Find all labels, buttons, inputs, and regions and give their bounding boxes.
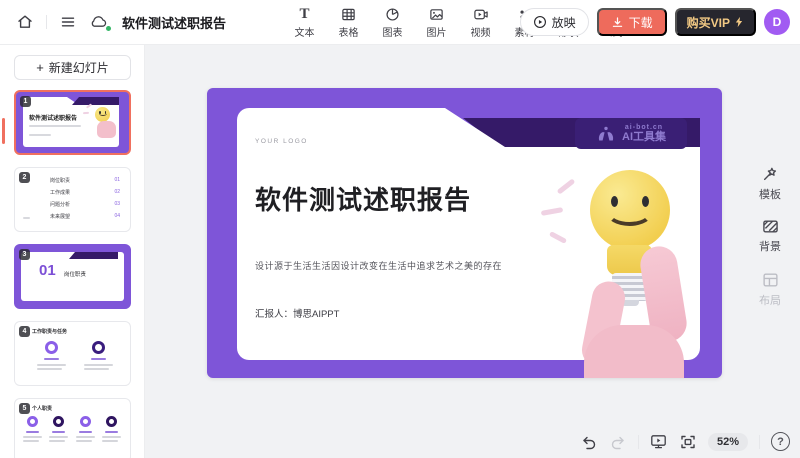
mini-donut-icon [53,416,64,427]
play-circle-icon [533,15,547,29]
mini-text-bar [102,436,121,438]
topbar: 软件测试述职报告 T 文本 表格 图表 图片 [0,0,800,45]
cloud-sync-icon[interactable] [89,13,110,31]
slide-panel: + 新建幻灯片 1 软件测试述职报告 2 岗位职责 01 工作成果 02 问题分… [0,45,145,458]
pie-chart-icon [385,5,400,23]
mini-text-bar [49,436,68,438]
download-button[interactable]: 下载 [597,8,667,36]
video-icon [473,5,489,23]
present-button[interactable]: 放映 [520,8,589,36]
mini-text-bar [49,440,65,442]
divider [46,15,47,29]
slide-thumbnail-1[interactable]: 1 软件测试述职报告 [14,90,131,155]
sync-status-dot [106,26,111,31]
avatar[interactable]: D [764,9,790,35]
download-icon [611,16,624,29]
mini-text-bar [37,368,62,370]
slide-subtitle-textbox[interactable]: 设计源于生活生活因设计改变在生活中追求艺术之美的存在 [255,259,502,272]
mini-text-bar [37,364,66,366]
active-slide-indicator [2,118,5,144]
tool-text[interactable]: T 文本 [288,5,321,39]
background-icon [762,219,779,234]
slide-thumbnail-5[interactable]: 5 个人职责 [14,398,131,458]
slide-thumbnail-3[interactable]: 3 01 岗位职责 [14,244,131,309]
hand-palm [584,325,684,378]
bottom-controls: 52% ? [580,432,790,451]
plus-icon: + [36,61,44,74]
slide-number-badge: 3 [19,249,30,260]
image-icon [429,5,444,23]
mini-cover-title: 软件测试述职报告 [29,113,77,122]
tool-image[interactable]: 图片 [420,5,453,39]
mini-text-bar [23,217,30,219]
divider [638,435,639,449]
mini-text-bar [79,431,92,433]
mini-text-bar [26,431,39,433]
divider [759,435,760,449]
slide-number-badge: 4 [19,326,30,337]
template-panel-button[interactable]: 模板 [750,165,790,202]
mini-text-bar [23,440,39,442]
mini-text-bar [105,431,118,433]
slide-thumbnail-2[interactable]: 2 岗位职责 01 工作成果 02 问题分析 03 未来展望 04 [14,167,131,232]
mini-text-bar [102,440,118,442]
mini-donut-icon [106,416,117,427]
template-icon [762,165,779,182]
mini-text-bar [84,364,113,366]
logo-placeholder[interactable]: YOUR LOGO [255,138,308,145]
slide-canvas[interactable]: YOUR LOGO 软件测试述职报告 设计源于生活生活因设计改变在生活中追求艺术… [207,88,722,378]
slide-number-badge: 5 [19,403,30,414]
mini-emoji-bulb [95,107,110,122]
new-slide-button[interactable]: + 新建幻灯片 [14,55,131,80]
slide-number-badge: 2 [19,172,30,183]
lightning-icon [734,16,744,28]
mini-text-bar [76,440,92,442]
undo-button[interactable] [580,433,598,451]
mini-text-bar [29,125,81,127]
slide-thumbnail-4[interactable]: 4 工作职责与任务 [14,321,131,386]
tool-chart[interactable]: 图表 [376,5,409,39]
buy-vip-button[interactable]: 购买VIP [675,8,756,36]
mini-text-bar [23,436,42,438]
mini-dark-band [72,97,119,105]
layout-icon [762,272,779,288]
tool-table[interactable]: 表格 [332,5,365,39]
mini-donut-icon [45,341,58,354]
background-panel-button[interactable]: 背景 [750,219,790,254]
mini-section-label: 岗位职责 [64,270,86,278]
help-button[interactable]: ? [771,432,790,451]
watermark-badge: ai-bot.cn AI工具集 [575,118,687,149]
watermark-logo-icon [596,125,616,143]
mini-text-bar [84,368,109,370]
fit-screen-button[interactable] [679,433,697,451]
redo-button[interactable] [609,433,627,451]
text-icon: T [299,5,309,23]
mini-text-bar [91,358,106,360]
mini-text-bar [29,134,51,136]
tool-video[interactable]: 视频 [464,5,497,39]
mini-section-number: 01 [39,262,56,279]
mini-donut-icon [27,416,38,427]
mini-text-bar [44,358,59,360]
document-title[interactable]: 软件测试述职报告 [122,13,226,32]
mini-text-bar [76,436,95,438]
slide-title-textbox[interactable]: 软件测试述职报告 [255,180,471,217]
home-button[interactable] [14,11,36,33]
mini-donut-icon [80,416,91,427]
mini-hand [97,121,116,138]
mini-donut-icon [92,341,105,354]
mini-dark-band [69,252,118,259]
present-from-current-button[interactable] [650,433,668,451]
mini-text-bar [52,431,65,433]
layout-panel-button[interactable]: 布局 [750,272,790,308]
zoom-level[interactable]: 52% [708,433,748,451]
menu-icon[interactable] [57,11,79,33]
slide-number-badge: 1 [20,96,31,107]
emoji-bulb-head [590,170,670,250]
table-icon [341,5,356,23]
presenter-textbox[interactable]: 汇报人：博思AIPPT [255,306,339,320]
